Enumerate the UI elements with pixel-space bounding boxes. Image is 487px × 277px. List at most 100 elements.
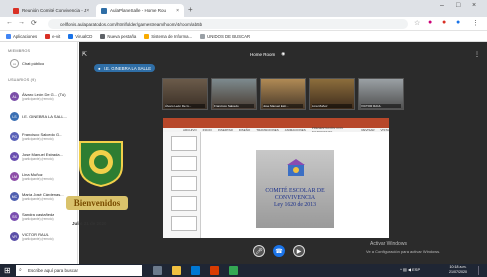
- office-icon[interactable]: [210, 266, 219, 275]
- bookmark-apps[interactable]: Aplicaciones: [6, 33, 37, 39]
- avatar: VR: [10, 232, 19, 241]
- bookmark-new-tab[interactable]: Nueva pestaña: [100, 33, 136, 39]
- avatar: LS: [10, 112, 19, 121]
- participant-role: (participante) (remoto): [22, 197, 54, 201]
- slide-thumbnail[interactable]: [171, 156, 197, 171]
- school-shield-logo: [79, 141, 123, 188]
- committee-emblem: [287, 159, 305, 176]
- activation-watermark-text: Ve a Configuración para activar Windows.: [366, 249, 441, 254]
- microphone-button[interactable]: 🎤︎: [253, 245, 265, 257]
- committee-line: CONVIVENCIA: [274, 195, 316, 201]
- room-header: Home Room ◉: [250, 51, 285, 57]
- chat-icon: ▭: [10, 59, 19, 68]
- new-tab-button[interactable]: +: [188, 5, 193, 14]
- slide-thumbnails: [163, 132, 201, 238]
- group-chip[interactable]: ● I.E. GINEBRA LA SALLE: [94, 64, 156, 72]
- extension-icon[interactable]: ●: [428, 19, 432, 26]
- notifications-icon[interactable]: [478, 266, 484, 275]
- language-indicator[interactable]: ESP: [412, 267, 420, 272]
- participant-item[interactable]: JM Jose Manuel Estrada... (participante) (…: [10, 152, 76, 161]
- reload-icon[interactable]: ⟳: [31, 19, 37, 27]
- slide-date: Julio 21 de 2020: [72, 221, 107, 226]
- chrome-icon[interactable]: [229, 266, 238, 275]
- close-icon[interactable]: ×: [176, 8, 179, 14]
- extension-icon[interactable]: ●: [442, 19, 446, 26]
- windows-start-icon[interactable]: ⊞: [4, 266, 11, 275]
- system-tray: ^ ▤ ◀ ESP: [400, 267, 420, 272]
- committee-text: COMITÉ ESCOLAR DE CONVIVENCIA Ley 1620 d…: [262, 188, 328, 209]
- browser-tab-1[interactable]: Reunión Comité Convivencia - J ×: [8, 4, 94, 17]
- minimize-icon[interactable]: –: [440, 2, 444, 9]
- participant-name: I.E. GINEBRA LA SALL...: [22, 114, 67, 119]
- task-view-icon[interactable]: [153, 266, 162, 275]
- participant-item[interactable]: LM Lina Muñoz (participante) (remoto): [10, 172, 76, 181]
- participant-role: (participante) (remoto): [22, 97, 54, 101]
- forward-icon[interactable]: →: [18, 19, 25, 26]
- url-text: cellfonis.aulaparatodos.com/htmlfolder/g…: [60, 21, 203, 27]
- browser-tab-2[interactable]: AulaPlaneSalle - Home Rou ×: [96, 4, 184, 17]
- close-icon[interactable]: ×: [86, 8, 89, 14]
- bookmark-gmail[interactable]: e-vit: [45, 33, 60, 39]
- users-heading: USUARIOS (9): [8, 78, 36, 82]
- avatar: PG: [10, 132, 19, 141]
- menu-icon[interactable]: ⋮: [472, 19, 479, 27]
- slide-thumbnail[interactable]: [171, 176, 197, 191]
- bookmarks-bar: Aplicaciones e-vit VirualCD Nueva pestañ…: [0, 31, 487, 42]
- avatar: SS: [10, 212, 19, 221]
- participant-item[interactable]: VR VICTOR RAUL (participante) (remoto): [10, 232, 76, 241]
- public-chat-item[interactable]: ▭ Chat público: [10, 59, 76, 68]
- participant-item[interactable]: AL Álvaro León De G... (Tú) (participante)…: [10, 92, 76, 101]
- participant-role: (participante) (remoto): [22, 177, 54, 181]
- taskbar-search[interactable]: ⌕ Escribe aquí para buscar: [16, 265, 142, 276]
- expand-icon[interactable]: ⇱: [82, 51, 87, 58]
- slide-thumbnail[interactable]: [171, 136, 197, 151]
- volume-icon[interactable]: ◀: [408, 267, 411, 272]
- chevron-up-icon[interactable]: ^: [400, 267, 402, 272]
- user-icon: ●: [98, 65, 101, 71]
- clock-date: 21/07/2020: [449, 270, 467, 274]
- welcome-banner: Bienvenidos: [66, 196, 128, 210]
- avatar: JM: [10, 152, 19, 161]
- star-icon[interactable]: ☆: [414, 19, 420, 27]
- video-tile[interactable]: VICTOR RAUL: [358, 78, 404, 110]
- video-tile[interactable]: Álvaro León De G...: [162, 78, 208, 110]
- maximize-icon[interactable]: □: [456, 2, 460, 9]
- participant-role: (participante) (remoto): [22, 217, 54, 221]
- participant-item[interactable]: LS I.E. GINEBRA LA SALL...: [10, 112, 76, 121]
- participant-item[interactable]: PG Francisco Salcedo G... (participante) (…: [10, 132, 76, 141]
- slide-thumbnail[interactable]: [171, 216, 197, 231]
- tab-label: Reunión Comité Convivencia - J: [22, 8, 87, 13]
- recording-icon[interactable]: ◉: [281, 51, 285, 57]
- video-tile[interactable]: Francisco Salcedo: [211, 78, 257, 110]
- back-icon[interactable]: ←: [6, 19, 13, 26]
- bookmark-info-system[interactable]: Sistema de Informa...: [144, 33, 192, 39]
- file-explorer-icon[interactable]: [172, 266, 181, 275]
- close-window-icon[interactable]: ×: [472, 2, 476, 9]
- participant-item[interactable]: SS Sandra castañeda (participante) (remoto…: [10, 212, 76, 221]
- edge-icon[interactable]: [191, 266, 200, 275]
- profile-avatar[interactable]: ●: [456, 19, 460, 26]
- bookmark-unidos[interactable]: UNIDOS DE BUSCAR: [200, 33, 250, 39]
- network-icon[interactable]: ▤: [403, 267, 407, 272]
- participant-role: (participante) (remoto): [22, 137, 54, 141]
- camera-button[interactable]: ▶: [293, 245, 305, 257]
- slide-thumbnail[interactable]: [171, 196, 197, 211]
- tab-label: AulaPlaneSalle - Home Rou: [110, 8, 167, 13]
- video-tile[interactable]: Jose Manuel Estr...: [260, 78, 306, 110]
- video-tab-icon: [13, 7, 19, 14]
- members-heading: MIEMBROS: [8, 49, 31, 53]
- avatar: LM: [10, 172, 19, 181]
- search-icon: ⌕: [19, 267, 22, 273]
- video-tile[interactable]: Lina Muñoz: [309, 78, 355, 110]
- bookmark-virtualcd[interactable]: VirualCD: [68, 33, 92, 39]
- participant-role: (participante) (remoto): [22, 237, 54, 241]
- site-icon: [101, 7, 107, 14]
- participant-role: (participante) (remoto): [22, 157, 54, 161]
- options-icon[interactable]: ⋮: [474, 51, 480, 58]
- taskbar-clock[interactable]: 10:18 a.m. 21/07/2020: [449, 265, 467, 275]
- audio-button[interactable]: ☎︎: [273, 245, 285, 257]
- committee-line: Ley 1620 de 2013: [273, 202, 317, 208]
- room-title: Home Room: [250, 51, 276, 57]
- activation-watermark-title: Activar Windows: [370, 241, 407, 247]
- address-bar[interactable]: cellfonis.aulaparatodos.com/htmlfolder/g…: [48, 19, 408, 29]
